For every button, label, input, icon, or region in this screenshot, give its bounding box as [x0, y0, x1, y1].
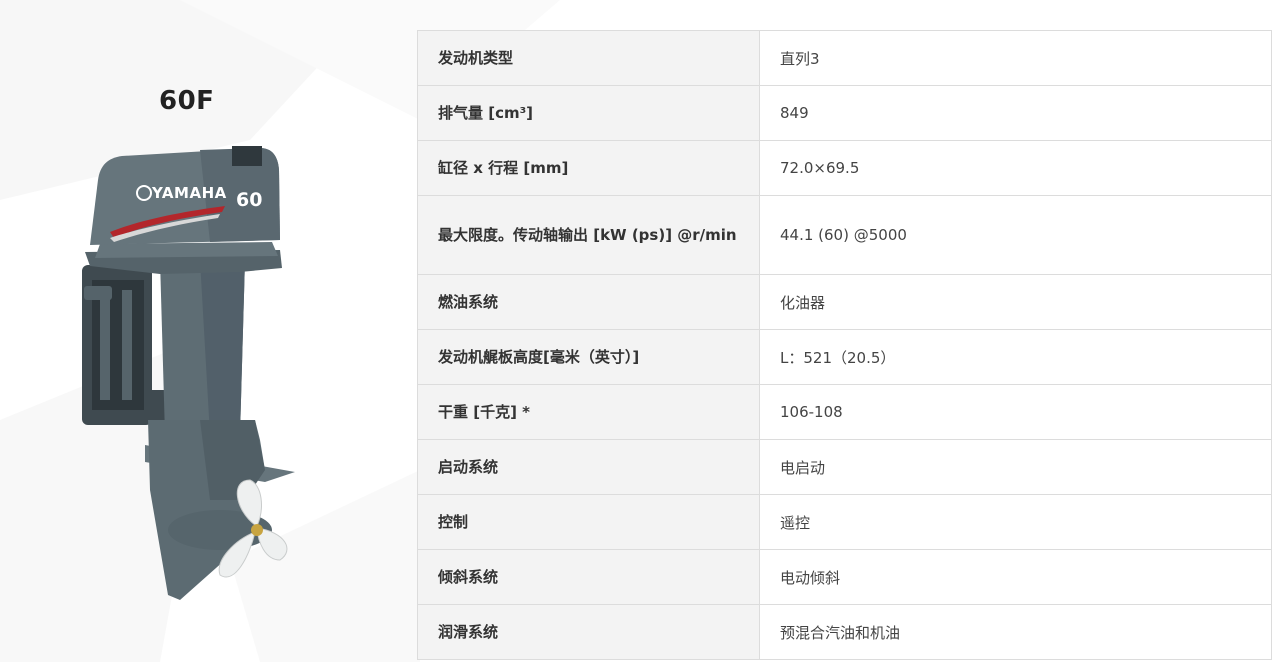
table-row: 发动机类型 直列3 — [417, 30, 1272, 86]
table-row: 燃油系统 化油器 — [417, 274, 1272, 330]
spec-label: 倾斜系统 — [417, 549, 760, 605]
spec-value: L：521（20.5） — [759, 329, 1272, 385]
table-row: 启动系统 电启动 — [417, 439, 1272, 495]
outboard-motor-image: YAMAHA 60 — [82, 146, 295, 600]
spec-value: 电动倾斜 — [759, 549, 1272, 605]
svg-text:60: 60 — [236, 189, 262, 211]
spec-label: 缸径 x 行程 [mm] — [417, 140, 760, 196]
spec-value: 44.1 (60) @5000 — [759, 195, 1272, 275]
table-row: 润滑系统 预混合汽油和机油 — [417, 604, 1272, 660]
spec-label: 干重 [千克] * — [417, 384, 760, 440]
spec-value: 化油器 — [759, 274, 1272, 330]
table-row: 干重 [千克] * 106-108 — [417, 384, 1272, 440]
table-row: 倾斜系统 电动倾斜 — [417, 549, 1272, 605]
spec-label: 润滑系统 — [417, 604, 760, 660]
spec-value: 遥控 — [759, 494, 1272, 550]
spec-value: 72.0×69.5 — [759, 140, 1272, 196]
spec-label: 发动机类型 — [417, 30, 760, 86]
spec-value: 849 — [759, 85, 1272, 141]
spec-value: 预混合汽油和机油 — [759, 604, 1272, 660]
spec-label: 启动系统 — [417, 439, 760, 495]
spec-label: 最大限度。传动轴输出 [kW (ps)] @r/min — [417, 195, 760, 275]
model-title: 60F — [159, 86, 215, 116]
spec-label: 排气量 [cm³] — [417, 85, 760, 141]
spec-label: 控制 — [417, 494, 760, 550]
table-row: 控制 遥控 — [417, 494, 1272, 550]
spec-table: 发动机类型 直列3 排气量 [cm³] 849 缸径 x 行程 [mm] 72.… — [417, 30, 1272, 660]
spec-value: 电启动 — [759, 439, 1272, 495]
spec-value: 106-108 — [759, 384, 1272, 440]
spec-value: 直列3 — [759, 30, 1272, 86]
table-row: 排气量 [cm³] 849 — [417, 85, 1272, 141]
spec-label: 发动机艉板高度[毫米（英寸）] — [417, 329, 760, 385]
svg-text:YAMAHA: YAMAHA — [151, 184, 227, 202]
table-row: 缸径 x 行程 [mm] 72.0×69.5 — [417, 140, 1272, 196]
spec-label: 燃油系统 — [417, 274, 760, 330]
table-row: 最大限度。传动轴输出 [kW (ps)] @r/min 44.1 (60) @5… — [417, 195, 1272, 275]
table-row: 发动机艉板高度[毫米（英寸）] L：521（20.5） — [417, 329, 1272, 385]
